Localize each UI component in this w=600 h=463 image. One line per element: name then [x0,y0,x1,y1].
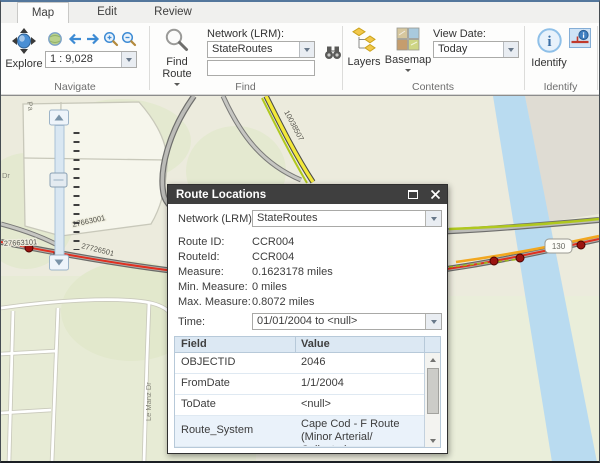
field-label: Min. Measure: [178,281,248,293]
field-label: Network (LRM): [178,213,255,225]
view-date-dropdown[interactable]: Today [433,41,519,58]
explore-icon [11,27,37,58]
group-label-identify: Identify [524,81,597,93]
layers-button[interactable]: Layers [345,27,383,68]
layers-icon [352,27,376,56]
street-label: Le Manz Dr [144,382,153,421]
identify-route-locations-tool[interactable] [569,28,591,48]
network-lrm-dropdown[interactable]: StateRoutes [207,41,315,58]
identify-button[interactable]: i Identify [529,27,569,69]
attribute-table: Field Value OBJECTID 2046 FromDate 1/1/2… [174,336,441,448]
field-value: CCR004 [252,236,294,248]
basemap-button[interactable]: Basemap [385,27,431,72]
table-scrollbar[interactable] [424,353,440,447]
app-window: Map Edit Review Explore [0,0,600,463]
group-label-find: Find [149,81,342,93]
zoom-out-icon[interactable] [121,31,137,47]
next-extent-icon[interactable] [85,31,101,47]
map-scale-combo[interactable]: 1 : 9,028 [45,51,137,68]
basemap-icon [396,27,420,54]
zoom-slider-track[interactable] [55,126,64,256]
svg-text:i: i [547,34,551,50]
dialog-body: Network (LRM): StateRoutes Route ID: CCR… [168,204,447,453]
identify-icon: i [536,27,563,57]
field-value: CCR004 [252,251,294,263]
view-date-label: View Date: [433,28,486,40]
table-row[interactable]: OBJECTID 2046 [175,353,425,374]
field-label: Max. Measure: [178,296,251,308]
chevron-down-icon[interactable] [121,52,136,67]
field-label: Measure: [178,266,224,278]
ribbon: Explore 1 : 9,028 Navigate Find Route [1,23,599,95]
scrollbar-thumb[interactable] [427,368,439,414]
close-icon[interactable] [430,189,441,200]
tab-review[interactable]: Review [147,2,199,23]
road-label: 27663101 [4,237,38,248]
column-header-value: Value [301,338,330,350]
find-route-input[interactable] [207,60,315,76]
scroll-down-icon[interactable] [426,434,439,447]
dialog-network-dropdown[interactable]: StateRoutes [252,210,442,227]
chevron-down-icon[interactable] [425,211,441,226]
field-label: RouteId: [178,251,220,263]
dialog-time-dropdown[interactable]: 01/01/2004 to <null> [252,313,442,330]
route-locations-dialog: Route Locations Network (LRM): StateRout… [167,184,448,454]
previous-extent-icon[interactable] [67,31,83,47]
network-lrm-label: Network (LRM): [207,28,284,40]
chevron-down-icon[interactable] [299,42,314,57]
svg-text:130: 130 [552,242,566,251]
route-info-icon [570,29,590,47]
field-label: Route ID: [178,236,224,248]
ribbon-tabstrip: Map Edit Review [1,2,599,23]
field-value: 0.8072 miles [252,296,314,308]
zoom-in-icon[interactable] [103,31,119,47]
group-label-navigate: Navigate [1,81,149,93]
explore-button[interactable]: Explore [3,27,45,70]
chevron-down-icon[interactable] [503,42,518,57]
table-row[interactable]: FromDate 1/1/2004 [175,374,425,395]
street-label: Dr [2,171,10,180]
scroll-up-icon[interactable] [426,353,439,366]
maximize-icon[interactable] [408,190,418,199]
chevron-down-icon[interactable] [425,314,441,329]
table-header: Field Value [175,337,440,353]
map-canvas[interactable]: 130 27663001 27663101 27726501 10038507 … [1,95,599,461]
find-route-magnifier-icon [164,27,190,56]
table-row[interactable]: ToDate <null> [175,395,425,416]
tab-edit[interactable]: Edit [85,2,129,23]
chevron-down-icon [405,69,411,72]
route-shield: 130 [545,239,572,253]
group-separator [597,26,598,90]
field-value: 0.1623178 miles [252,266,333,278]
binoculars-icon[interactable] [323,44,343,60]
field-label: Time: [178,316,205,328]
table-row[interactable]: Route_System Cape Cod - F Route (Minor A… [175,416,425,447]
full-extent-globe-icon[interactable] [47,31,63,47]
field-value: 0 miles [252,281,287,293]
find-route-button[interactable]: Find Route [155,27,199,86]
dialog-titlebar[interactable]: Route Locations [168,185,447,204]
dialog-title: Route Locations [176,189,266,201]
tab-map[interactable]: Map [17,2,69,23]
column-header-field: Field [181,338,207,350]
group-label-contents: Contents [342,81,524,93]
